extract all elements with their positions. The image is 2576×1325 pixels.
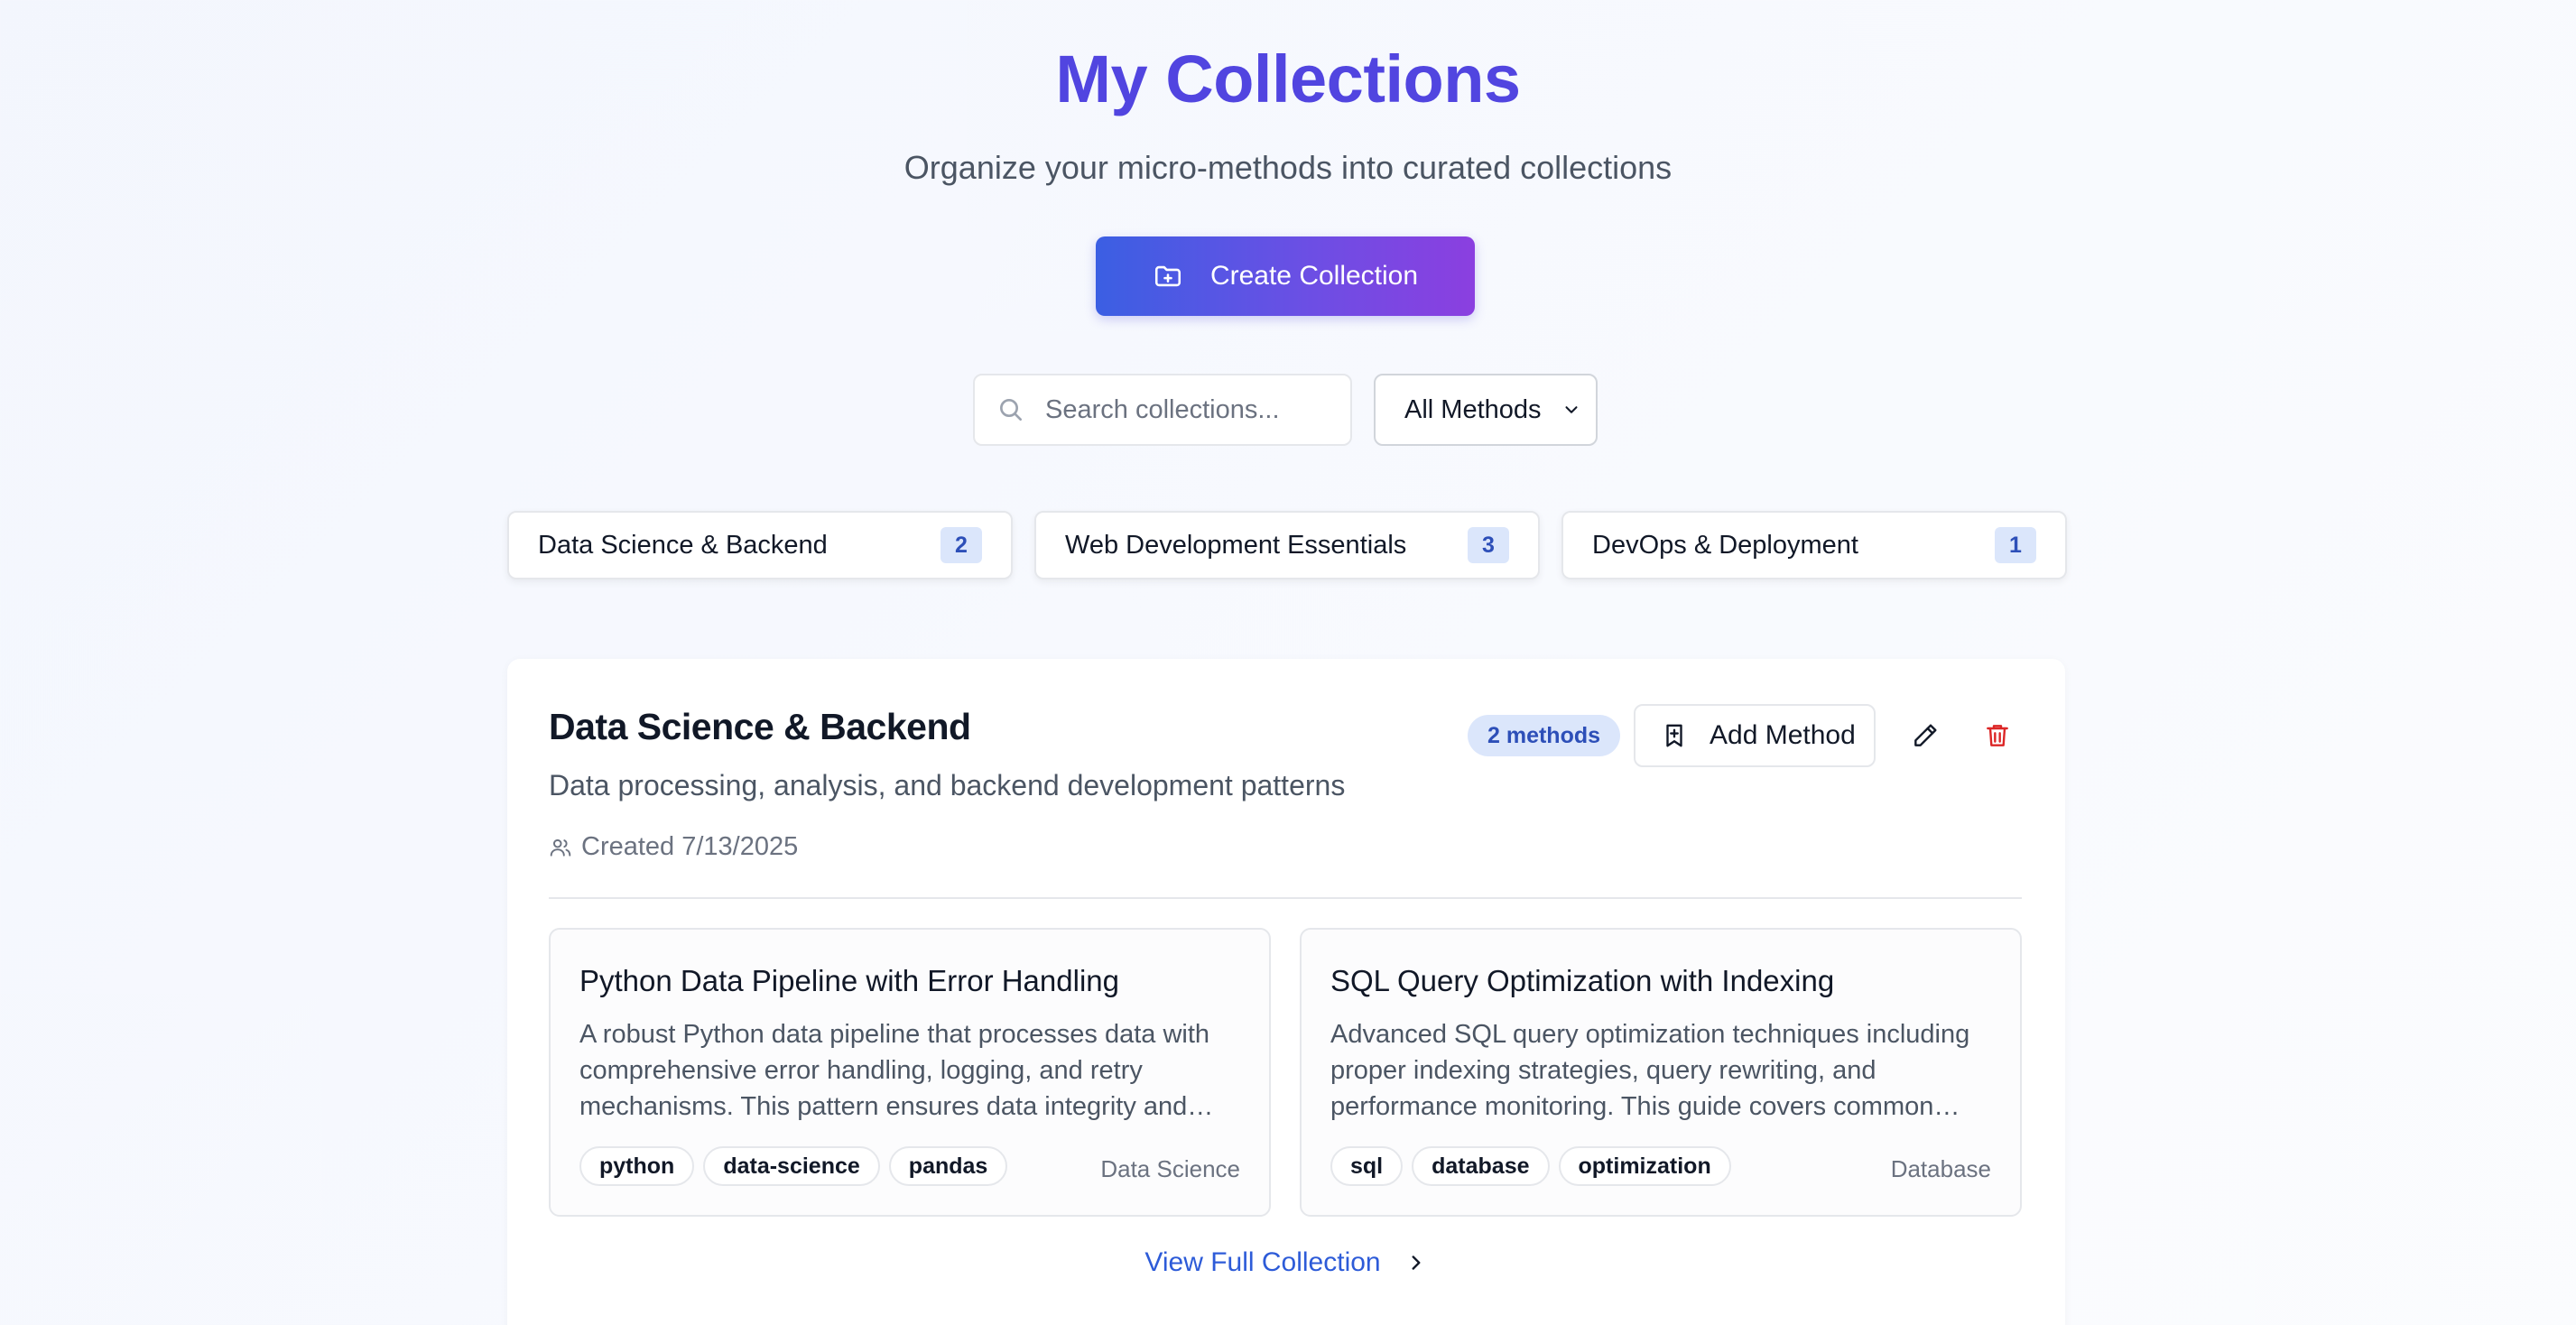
method-category: Database [1890,1155,1991,1182]
method-title: Python Data Pipeline with Error Handling [579,964,1119,997]
view-full-collection-label: View Full Collection [1144,1247,1381,1277]
tag-chip[interactable]: database [1412,1146,1550,1186]
tab-devops-deployment[interactable]: DevOps & Deployment 1 [1561,511,2067,579]
create-collection-label: Create Collection [1209,261,1419,291]
collection-title: Data Science & Backend [549,706,971,747]
add-method-label: Add Method [1710,720,1856,750]
tag-chip[interactable]: sql [1330,1146,1404,1186]
add-method-button[interactable]: Add Method [1634,704,1876,767]
method-card[interactable]: Python Data Pipeline with Error Handling… [549,928,1271,1217]
tab-count-badge: 3 [1468,527,1509,563]
collection-meta: Created 7/13/2025 [549,832,798,862]
collections-page: My Collections Organize your micro-metho… [0,0,2576,1325]
tag-chip[interactable]: optimization [1558,1146,1731,1186]
tab-label: Data Science & Backend [538,530,828,560]
bookmark-plus-icon [1661,722,1688,749]
tab-web-development-essentials[interactable]: Web Development Essentials 3 [1034,511,1540,579]
view-full-collection-link[interactable]: View Full Collection [507,1247,2065,1278]
edit-collection-button[interactable] [1906,717,1944,755]
page-title: My Collections [1055,42,1521,116]
pencil-icon [1911,721,1940,750]
method-tags: python data-science pandas [579,1146,1008,1186]
tag-chip[interactable]: python [579,1146,695,1186]
method-description: Advanced SQL query optimization techniqu… [1330,1020,1970,1121]
collection-card: Data Science & Backend Data processing, … [507,659,2065,1325]
page-subtitle: Organize your micro-methods into curated… [903,149,1673,186]
method-tags: sql database optimization [1330,1146,1731,1186]
folder-plus-icon [1153,261,1183,292]
method-filter-select[interactable]: All Methods [1374,374,1598,446]
method-description: A robust Python data pipeline that proce… [579,1020,1214,1121]
tab-count-badge: 2 [941,527,982,563]
method-category: Data Science [1100,1155,1240,1182]
tab-label: DevOps & Deployment [1592,530,1858,560]
card-divider [549,897,2022,899]
chevron-down-icon [1561,400,1581,420]
created-date: Created 7/13/2025 [581,832,799,861]
tab-count-badge: 1 [1995,527,2036,563]
tab-data-science-backend[interactable]: Data Science & Backend 2 [507,511,1013,579]
create-collection-button[interactable]: Create Collection [1096,236,1475,316]
search-icon [996,395,1025,424]
method-card[interactable]: SQL Query Optimization with Indexing Adv… [1300,928,2022,1217]
users-icon [549,836,572,859]
methods-count-badge: 2 methods [1468,715,1621,756]
search-input[interactable] [1045,394,1334,425]
tag-chip[interactable]: pandas [888,1146,1008,1186]
delete-collection-button[interactable] [1978,717,2016,755]
trash-icon [1983,721,2012,750]
collection-description: Data processing, analysis, and backend d… [549,769,1346,801]
method-filter-value: All Methods [1404,394,1542,424]
tab-label: Web Development Essentials [1065,530,1407,560]
tag-chip[interactable]: data-science [703,1146,880,1186]
method-title: SQL Query Optimization with Indexing [1330,964,1835,997]
chevron-right-icon [1404,1251,1428,1274]
search-box [973,374,1352,446]
